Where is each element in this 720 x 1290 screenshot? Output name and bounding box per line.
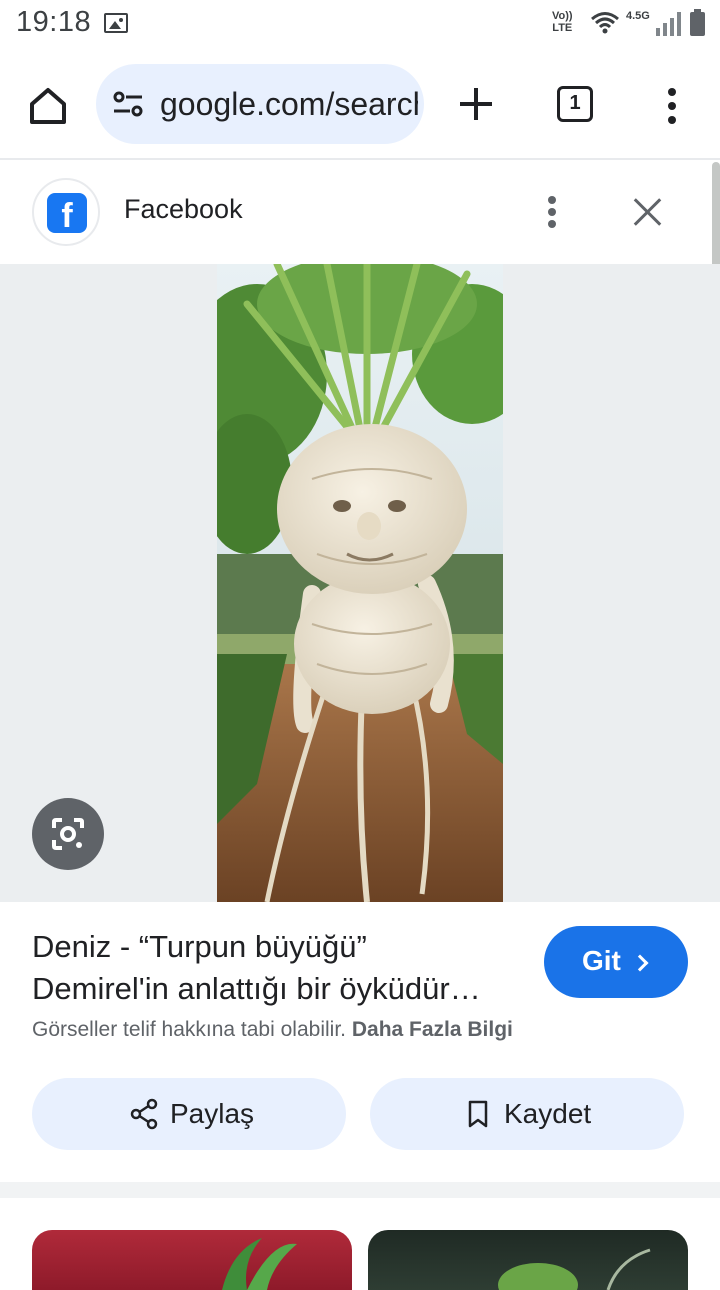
more-options-button[interactable] — [540, 194, 564, 230]
browser-menu-button[interactable] — [660, 86, 684, 126]
result-title[interactable]: Deniz - “Turpun büyüğü” Demirel'in anlat… — [32, 926, 522, 1010]
source-favicon: f — [32, 178, 100, 246]
volte-bottom-text: LTE — [552, 22, 573, 34]
related-image-thumbnail[interactable] — [32, 1230, 352, 1290]
url-text[interactable]: google.com/search — [160, 86, 418, 123]
browser-toolbar: google.com/search 1 — [0, 48, 720, 160]
network-type: 4.5G — [626, 10, 650, 22]
source-name[interactable]: Facebook — [124, 194, 243, 225]
section-divider — [0, 1182, 720, 1198]
bookmark-icon — [468, 1100, 488, 1128]
battery-icon — [690, 9, 705, 36]
result-info-panel: Deniz - “Turpun büyüğü” Demirel'in anlat… — [0, 902, 720, 1182]
radish-image[interactable] — [217, 264, 503, 902]
address-bar[interactable]: google.com/search — [96, 64, 424, 144]
learn-more-link[interactable]: Daha Fazla Bilgi — [352, 1018, 513, 1041]
new-tab-button[interactable] — [456, 84, 496, 124]
site-settings-icon[interactable] — [112, 90, 144, 118]
signal-strength-icon — [656, 12, 682, 36]
related-image-2 — [498, 1248, 651, 1290]
result-title-line-2[interactable]: Demirel'in anlattığı bir öyküdür… — [32, 968, 522, 1010]
visit-button-label: Git — [582, 945, 621, 976]
share-button[interactable]: Paylaş — [32, 1078, 346, 1150]
tab-switcher-button[interactable]: 1 — [557, 86, 593, 122]
share-icon — [130, 1098, 158, 1130]
related-image-thumbnail[interactable] — [368, 1230, 688, 1290]
result-title-line-1[interactable]: Deniz - “Turpun büyüğü” — [32, 926, 522, 968]
volte-indicator: Vo)) LTE — [552, 10, 573, 34]
wifi-icon — [591, 12, 619, 34]
copyright-text: Görseller telif hakkına tabi olabilir. — [32, 1018, 346, 1041]
share-button-label: Paylaş — [170, 1098, 255, 1129]
gallery-notification-icon — [104, 13, 128, 33]
save-button-label: Kaydet — [504, 1098, 592, 1129]
close-button[interactable] — [630, 194, 666, 230]
home-button[interactable] — [24, 82, 72, 130]
save-button[interactable]: Kaydet — [370, 1078, 684, 1150]
image-source-header: f Facebook — [0, 162, 712, 264]
copyright-notice: Görseller telif hakkına tabi olabilir. D… — [32, 1018, 513, 1042]
facebook-logo-icon: f — [47, 193, 87, 233]
lens-icon — [52, 818, 84, 850]
visit-button[interactable]: Git — [544, 926, 688, 998]
google-lens-button[interactable] — [32, 798, 104, 870]
status-time: 19:18 — [16, 6, 92, 38]
image-preview-area — [0, 264, 720, 902]
status-bar: 19:18 Vo)) LTE 4.5G — [0, 0, 720, 48]
related-images — [0, 1198, 720, 1290]
volte-top-text: Vo)) — [552, 10, 573, 22]
related-image-1 — [222, 1238, 297, 1290]
chevron-right-icon — [631, 954, 649, 972]
